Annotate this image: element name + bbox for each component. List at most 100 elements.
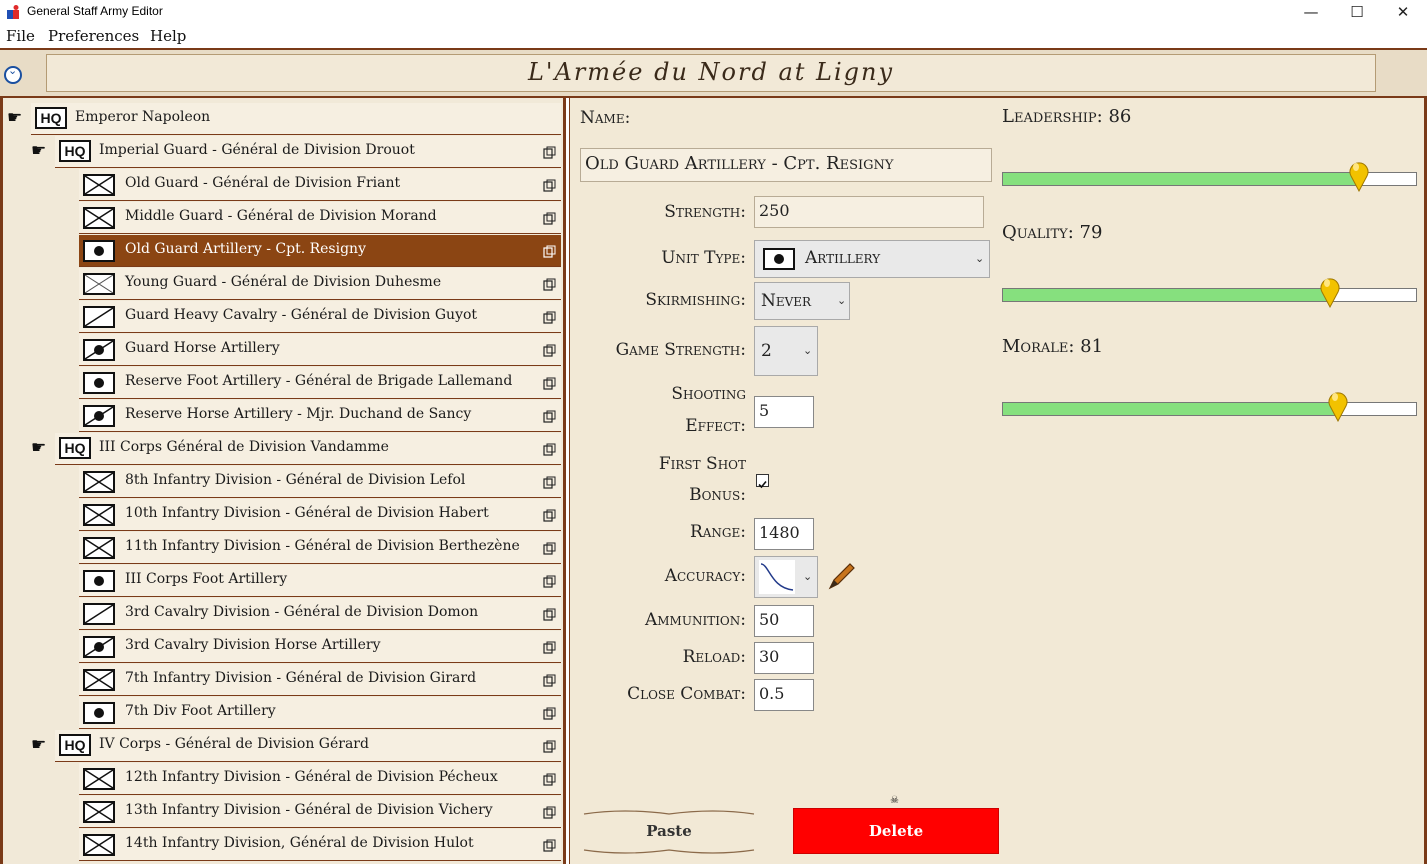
copy-icon[interactable] [543, 606, 556, 621]
tree-unit-row[interactable]: III Corps Foot Artillery [79, 565, 561, 597]
tree-unit-row[interactable]: 7th Div Foot Artillery [79, 697, 561, 729]
tree-row-label: Emperor Napoleon [75, 109, 211, 125]
copy-icon[interactable] [543, 276, 556, 291]
leadership-slider-thumb[interactable] [1348, 158, 1370, 193]
tree-unit-row[interactable]: Middle Guard - Général de Division Moran… [79, 202, 561, 234]
tree-row-label: Young Guard - Général de Division Duhesm… [125, 274, 442, 290]
tree-unit-row[interactable]: 7th Infantry Division - Général de Divis… [79, 664, 561, 696]
minimize-button[interactable]: — [1288, 0, 1334, 26]
pointing-hand-icon[interactable]: ☛ [31, 735, 46, 755]
copy-icon[interactable] [543, 474, 556, 489]
pointing-hand-icon[interactable]: ☛ [7, 108, 22, 128]
tree-unit-row[interactable]: Guard Heavy Cavalry - Général de Divisio… [79, 301, 561, 333]
tree-unit-row[interactable]: 10th Infantry Division - Général de Divi… [79, 499, 561, 531]
copy-icon[interactable] [543, 837, 556, 852]
tree-unit-row[interactable]: 13th Infantry Division - Général de Divi… [79, 796, 561, 828]
tree-unit-row[interactable]: 14th Infantry Division, Général de Divis… [79, 829, 561, 861]
copy-icon[interactable] [543, 375, 556, 390]
copy-icon[interactable] [543, 573, 556, 588]
tree-unit-row[interactable]: Reserve Horse Artillery - Mjr. Duchand d… [79, 400, 561, 432]
skirmishing-dropdown[interactable]: Never ⌄ [754, 282, 850, 320]
copy-icon[interactable] [543, 771, 556, 786]
tree-unit-row[interactable]: Young Guard - Général de Division Duhesm… [79, 268, 561, 300]
morale-label: Morale: 81 [1002, 336, 1104, 357]
range-label: Range: [689, 522, 746, 542]
unit-type-value: Artillery [805, 248, 881, 268]
tree-unit-row[interactable]: Old Guard - Général de Division Friant [79, 169, 561, 201]
name-input[interactable]: Old Guard Artillery - Cpt. Resigny [580, 148, 992, 182]
paste-label: Paste [646, 822, 692, 840]
unit-type-dropdown[interactable]: Artillery ⌄ [754, 240, 990, 278]
close-combat-input[interactable]: 0.5 [754, 679, 814, 711]
tree-hq-row[interactable]: ☛ HQ Emperor Napoleon [7, 103, 561, 135]
pointing-hand-icon[interactable]: ☛ [31, 438, 46, 458]
collapse-toggle-button[interactable]: ⌄ [4, 64, 22, 84]
copy-icon[interactable] [543, 804, 556, 819]
copy-icon[interactable] [543, 177, 556, 192]
hq-symbol-icon: HQ [35, 107, 67, 129]
shooting-effect-input[interactable]: 5 [754, 396, 814, 428]
tree-unit-row[interactable]: Old Guard Artillery - Cpt. Resigny [79, 235, 561, 267]
maximize-button[interactable]: ☐ [1334, 0, 1380, 26]
copy-icon[interactable] [543, 408, 556, 423]
scenario-title: L'Armée du Nord at Ligny [527, 58, 895, 86]
quality-slider-fill [1003, 289, 1331, 301]
tree-row-label: Reserve Horse Artillery - Mjr. Duchand d… [125, 406, 472, 422]
army-tree-panel: ☛ HQ Emperor Napoleon ☛ HQ Imperial Guard - G… [0, 98, 566, 864]
tree-row-label: Guard Heavy Cavalry - Général de Divisio… [125, 307, 478, 323]
ammunition-input[interactable]: 50 [754, 605, 814, 637]
copy-icon[interactable] [543, 210, 556, 225]
strength-input[interactable]: 250 [754, 196, 984, 228]
tree-unit-row[interactable]: 11th Infantry Division - Général de Divi… [79, 532, 561, 564]
accuracy-curve-icon [759, 560, 795, 594]
close-combat-label: Close Combat: [627, 684, 746, 704]
quality-slider[interactable] [1002, 288, 1417, 302]
tree-unit-row[interactable]: 3rd Cavalry Division - Général de Divisi… [79, 598, 561, 630]
morale-slider-thumb[interactable] [1327, 388, 1349, 423]
tree-unit-row[interactable]: Guard Horse Artillery [79, 334, 561, 366]
copy-icon[interactable] [543, 738, 556, 753]
copy-icon[interactable] [543, 540, 556, 555]
reload-input[interactable]: 30 [754, 642, 814, 674]
copy-icon[interactable] [543, 342, 556, 357]
tree-unit-row[interactable]: 12th Infantry Division - Général de Divi… [79, 763, 561, 795]
quality-slider-thumb[interactable] [1319, 274, 1341, 309]
chevron-down-icon: ⌄ [975, 252, 985, 265]
tree-row-label: Imperial Guard - Général de Division Dro… [99, 142, 415, 158]
morale-slider-fill [1003, 403, 1339, 415]
pointing-hand-icon[interactable]: ☛ [31, 141, 46, 161]
copy-icon[interactable] [543, 144, 556, 159]
copy-icon[interactable] [543, 639, 556, 654]
accuracy-curve-dropdown[interactable]: ⌄ [754, 556, 818, 598]
copy-icon[interactable] [543, 309, 556, 324]
menu-help[interactable]: Help [150, 27, 186, 45]
first-shot-bonus-checkbox[interactable] [756, 474, 769, 489]
infantry-symbol-icon [83, 768, 115, 790]
pencil-edit-icon[interactable] [824, 560, 858, 594]
delete-button[interactable]: Delete [793, 808, 999, 854]
menu-file[interactable]: File [6, 27, 35, 45]
copy-icon[interactable] [543, 705, 556, 720]
delete-label: Delete [868, 822, 924, 840]
infantry-symbol-icon [83, 471, 115, 493]
game-strength-dropdown[interactable]: 2 ⌄ [754, 326, 818, 376]
tree-hq-row[interactable]: ☛ HQ Imperial Guard - Général de Division … [31, 136, 561, 168]
tree-unit-row[interactable]: 3rd Cavalry Division Horse Artillery [79, 631, 561, 663]
copy-icon[interactable] [543, 672, 556, 687]
tree-hq-row[interactable]: ☛ HQ III Corps Général de Division Vandamm… [31, 433, 561, 465]
paste-button[interactable]: Paste [580, 808, 758, 856]
morale-slider[interactable] [1002, 402, 1417, 416]
tree-unit-row[interactable]: Reserve Foot Artillery - Général de Brig… [79, 367, 561, 399]
first-shot-bonus-label-line1: First Shot [658, 454, 746, 474]
name-label: Name: [580, 108, 631, 128]
copy-icon[interactable] [543, 507, 556, 522]
menu-preferences[interactable]: Preferences [48, 27, 139, 45]
tree-unit-row[interactable]: 8th Infantry Division - Général de Divis… [79, 466, 561, 498]
close-button[interactable]: ✕ [1380, 0, 1426, 26]
tree-hq-row[interactable]: ☛ HQ IV Corps - Général de Division Gérard [31, 730, 561, 762]
copy-icon[interactable] [543, 441, 556, 456]
leadership-slider-fill [1003, 173, 1360, 185]
range-input[interactable]: 1480 [754, 518, 814, 550]
tree-row-label: Old Guard - Général de Division Friant [125, 175, 401, 191]
copy-icon[interactable] [543, 243, 556, 258]
